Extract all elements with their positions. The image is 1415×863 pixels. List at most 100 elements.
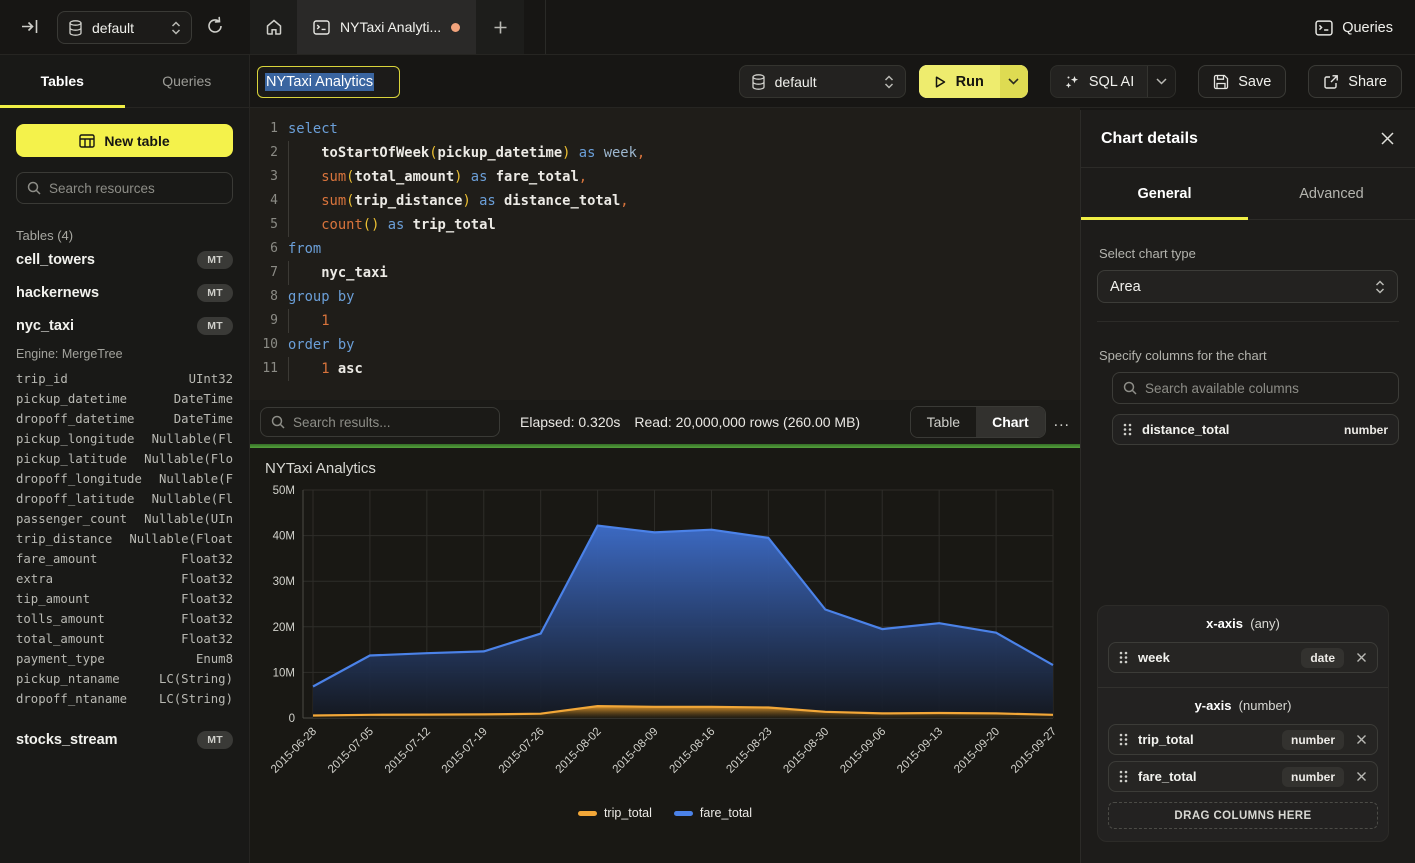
table-item[interactable]: cell_towers MT: [16, 243, 233, 276]
column-type: Float32: [181, 592, 233, 606]
panel-title: Chart details: [1101, 130, 1380, 148]
top-bar: default NYTaxi Analyti...: [0, 0, 1415, 55]
column-row: passenger_countNullable(UIn: [16, 509, 233, 529]
editor-line[interactable]: 6from: [250, 237, 1080, 261]
results-search-input[interactable]: [293, 415, 489, 430]
column-chip-week[interactable]: weekdate: [1108, 642, 1378, 673]
remove-icon[interactable]: [1354, 652, 1367, 663]
sql-ai-caret[interactable]: [1147, 66, 1175, 97]
column-row: dropoff_latitudeNullable(Fl: [16, 489, 233, 509]
collapse-sidebar-icon[interactable]: [20, 17, 39, 36]
column-name: passenger_count: [16, 512, 127, 526]
remove-icon[interactable]: [1354, 771, 1367, 782]
run-button[interactable]: Run: [919, 65, 1028, 98]
table-view-toggle[interactable]: Table: [911, 407, 976, 437]
tab-tables[interactable]: Tables: [0, 55, 125, 107]
column-type: Nullable(Fl: [152, 432, 233, 446]
updown-chevron-icon: [171, 21, 181, 35]
home-tab[interactable]: [250, 0, 297, 54]
editor-line[interactable]: 8group by: [250, 285, 1080, 309]
drag-handle-icon[interactable]: [1119, 770, 1128, 783]
share-button[interactable]: Share: [1308, 65, 1402, 98]
drag-handle-icon[interactable]: [1119, 651, 1128, 664]
save-button[interactable]: Save: [1198, 65, 1286, 98]
topbar-database-value: default: [92, 20, 162, 36]
new-table-button[interactable]: New table: [16, 124, 233, 157]
column-row: dropoff_datetimeDateTime: [16, 409, 233, 429]
sql-ai-button[interactable]: SQL AI: [1050, 65, 1176, 98]
y-axis-dropzone[interactable]: trip_totalnumber fare_totalnumber: [1108, 724, 1378, 792]
editor-line[interactable]: 3 sum(total_amount) as fare_total,: [250, 165, 1080, 189]
line-number: 1: [250, 117, 278, 141]
column-name: dropoff_ntaname: [16, 692, 127, 706]
x-axis-dropzone[interactable]: weekdate: [1108, 642, 1378, 673]
run-options-caret[interactable]: [1000, 65, 1028, 98]
editor-line[interactable]: 5 count() as trip_total: [250, 213, 1080, 237]
chart-type-select[interactable]: Area: [1097, 270, 1398, 303]
queries-button[interactable]: Queries: [1315, 13, 1393, 43]
close-icon[interactable]: [1380, 131, 1395, 146]
sidebar-search-input[interactable]: [49, 181, 222, 196]
editor-line[interactable]: 4 sum(trip_distance) as distance_total,: [250, 189, 1080, 213]
more-options-icon[interactable]: ...: [1054, 413, 1070, 431]
tab-general[interactable]: General: [1081, 168, 1248, 219]
chip-name: trip_total: [1138, 732, 1272, 747]
table-item[interactable]: nyc_taxi MT: [16, 309, 233, 342]
query-title-input[interactable]: NYTaxi Analytics: [257, 66, 400, 98]
editor-line[interactable]: 9 1: [250, 309, 1080, 333]
column-chip-distance_total[interactable]: distance_totalnumber: [1112, 414, 1399, 445]
line-number: 10: [250, 333, 278, 357]
refresh-icon[interactable]: [205, 16, 225, 36]
tables-section-label: Tables (4): [16, 228, 233, 243]
tab-advanced[interactable]: Advanced: [1248, 168, 1415, 219]
remove-icon[interactable]: [1354, 734, 1367, 745]
column-name: trip_distance: [16, 532, 112, 546]
query-database-selector[interactable]: default: [739, 65, 906, 98]
columns-search[interactable]: [1112, 372, 1399, 404]
column-name: tolls_amount: [16, 612, 105, 626]
resources-sidebar: Tables Queries New table Tables (4) cell…: [0, 55, 250, 863]
column-type: LC(String): [159, 692, 233, 706]
line-number: 4: [250, 189, 278, 213]
drag-handle-icon[interactable]: [1119, 733, 1128, 746]
svg-text:2015-09-27: 2015-09-27: [1009, 726, 1059, 776]
results-search[interactable]: [260, 407, 500, 437]
new-tab-button[interactable]: [476, 0, 524, 54]
svg-text:2015-08-09: 2015-08-09: [611, 726, 661, 776]
editor-line[interactable]: 2 toStartOfWeek(pickup_datetime) as week…: [250, 141, 1080, 165]
editor-line[interactable]: 11 1 asc: [250, 357, 1080, 381]
query-database-value: default: [775, 74, 875, 90]
column-chip-fare_total[interactable]: fare_totalnumber: [1108, 761, 1378, 792]
legend-item-fare_total[interactable]: fare_total: [674, 806, 752, 820]
database-icon: [68, 20, 83, 36]
tab-queries[interactable]: Queries: [125, 55, 250, 107]
table-name: stocks_stream: [16, 732, 118, 748]
sidebar-search[interactable]: [16, 172, 233, 204]
column-row: pickup_ntanameLC(String): [16, 669, 233, 689]
editor-line[interactable]: 1select: [250, 117, 1080, 141]
elapsed-stat: Elapsed: 0.320s: [520, 414, 620, 430]
column-row: extraFloat32: [16, 569, 233, 589]
sql-editor[interactable]: 1select2 toStartOfWeek(pickup_datetime) …: [250, 108, 1080, 400]
svg-text:40M: 40M: [273, 531, 295, 543]
topbar-database-selector[interactable]: default: [57, 11, 192, 44]
legend-item-trip_total[interactable]: trip_total: [578, 806, 652, 820]
query-tab-title: NYTaxi Analyti...: [340, 19, 441, 35]
query-toolbar: NYTaxi Analytics default Run: [250, 55, 1415, 108]
drag-columns-dropzone[interactable]: DRAG COLUMNS HERE: [1108, 802, 1378, 829]
table-item[interactable]: stocks_stream MT: [16, 723, 233, 756]
sql-console-app: default NYTaxi Analyti...: [0, 0, 1415, 863]
table-item[interactable]: hackernews MT: [16, 276, 233, 309]
drag-handle-icon[interactable]: [1123, 423, 1132, 436]
query-tab[interactable]: NYTaxi Analyti...: [297, 0, 476, 54]
svg-text:2015-08-02: 2015-08-02: [554, 726, 604, 776]
editor-line[interactable]: 7 nyc_taxi: [250, 261, 1080, 285]
run-label: Run: [956, 74, 984, 90]
editor-line[interactable]: 10order by: [250, 333, 1080, 357]
column-chip-trip_total[interactable]: trip_totalnumber: [1108, 724, 1378, 755]
chart-view-toggle[interactable]: Chart: [976, 407, 1045, 437]
area-chart: 010M20M30M40M50M2015-06-282015-07-052015…: [250, 448, 1080, 800]
svg-text:2015-08-23: 2015-08-23: [724, 726, 774, 776]
columns-search-input[interactable]: [1145, 381, 1388, 396]
chip-name: week: [1138, 650, 1291, 665]
